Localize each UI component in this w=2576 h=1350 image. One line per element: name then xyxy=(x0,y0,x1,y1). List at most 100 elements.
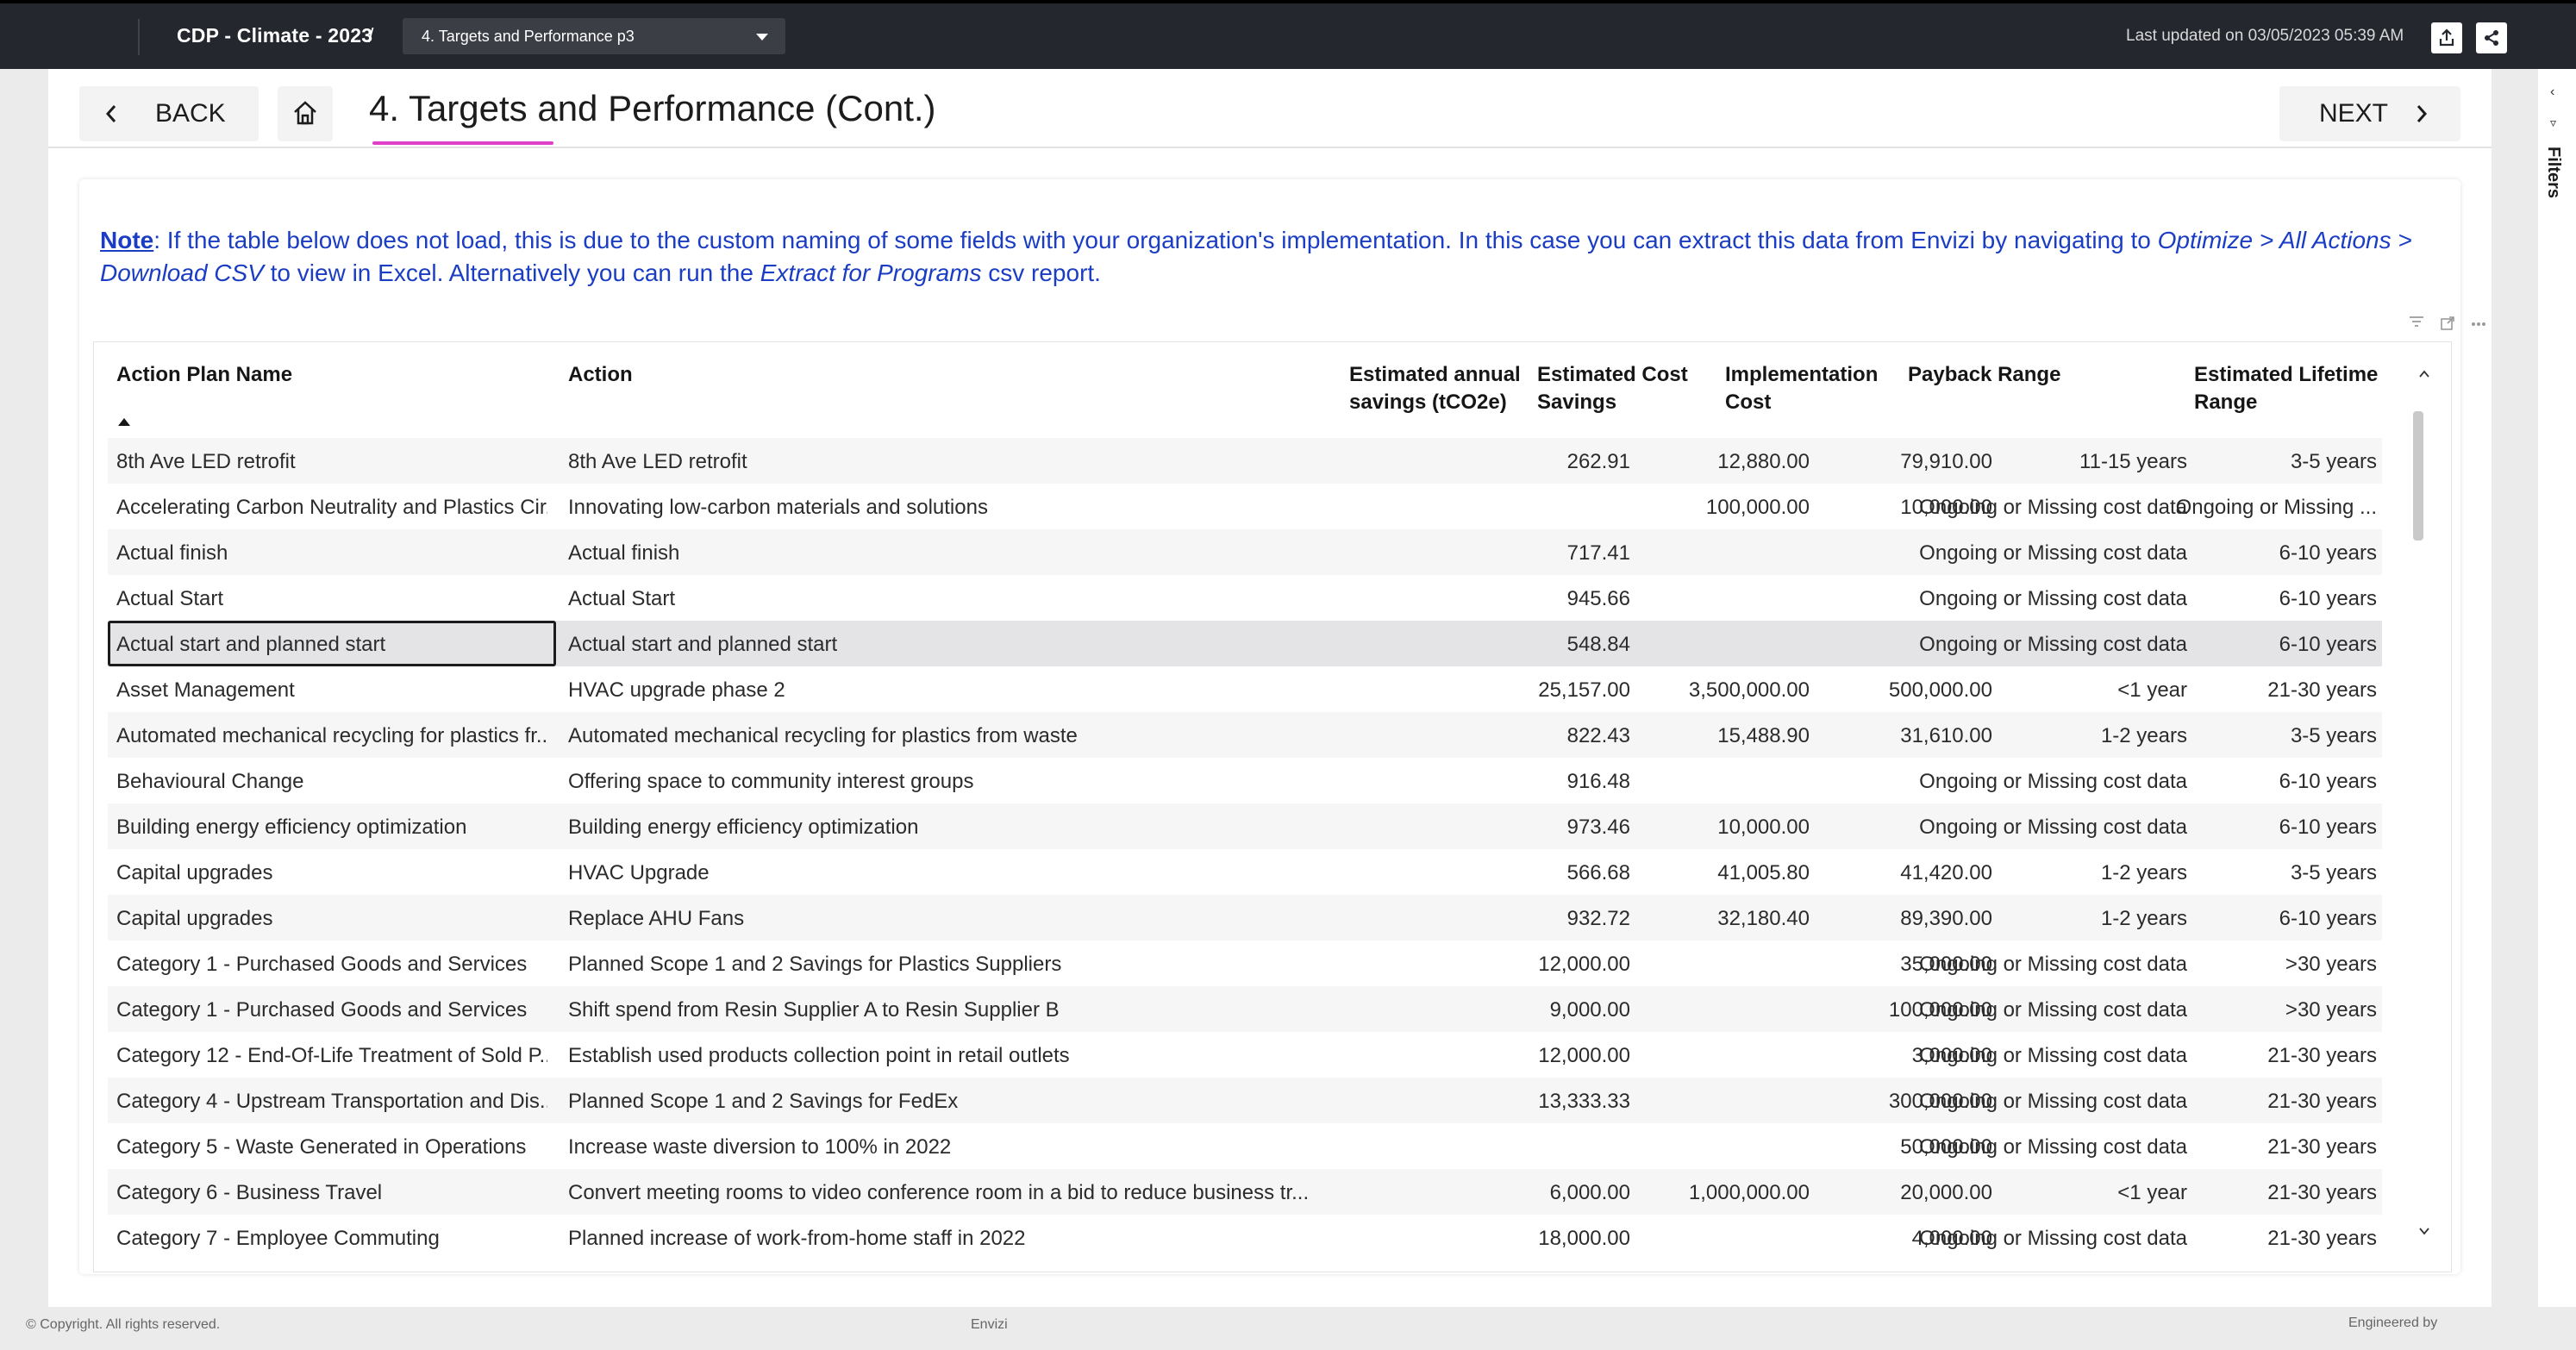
table-cell: 6-10 years xyxy=(2279,633,2377,656)
actions-table: Action Plan Name Action Estimated annual… xyxy=(93,341,2452,1272)
table-cell: Ongoing or Missing ... xyxy=(2175,496,2377,519)
col-implementation-cost[interactable]: Implementation Cost xyxy=(1725,361,1889,416)
share-button[interactable] xyxy=(2476,22,2507,53)
table-cell: 6-10 years xyxy=(2279,907,2377,930)
table-cell: 1-2 years xyxy=(2100,907,2187,930)
collapse-chevron-icon[interactable]: ‹ xyxy=(2550,84,2554,100)
table-cell: >30 years xyxy=(2285,998,2377,1022)
col-action[interactable]: Action xyxy=(568,361,633,389)
table-row[interactable]: Actual Start Actual Start 945.66 Ongoing or… xyxy=(108,575,2382,621)
table-cell: 21-30 years xyxy=(2267,1090,2377,1113)
table-row[interactable]: Category 1 - Purchased Goods and Service… xyxy=(108,941,2382,986)
table-row[interactable]: Behavioural Change Offering space to comm… xyxy=(108,758,2382,803)
col-est-lifetime-range[interactable]: Estimated Lifetime Range xyxy=(2194,361,2384,416)
scroll-down-icon[interactable] xyxy=(2418,1225,2430,1237)
table-cell: 548.84 xyxy=(1566,633,1630,656)
table-cell: Ongoing or Missing cost data xyxy=(1919,633,2187,656)
export-button[interactable] xyxy=(2431,22,2462,53)
table-cell: 9,000.00 xyxy=(1549,998,1630,1022)
table-row[interactable]: Capital upgrades HVAC Upgrade 566.68 41,005… xyxy=(108,849,2382,895)
table-row[interactable]: Actual start and planned start Actual sta… xyxy=(108,621,2382,666)
table-cell: Ongoing or Missing cost data xyxy=(1919,496,2187,519)
page-select-value: 4. Targets and Performance p3 xyxy=(422,28,635,45)
table-row[interactable]: Automated mechanical recycling for plast… xyxy=(108,712,2382,758)
table-card: Note: If the table below does not load, … xyxy=(79,179,2485,1274)
copyright: © Copyright. All rights reserved. xyxy=(26,1317,221,1332)
scroll-up-icon[interactable] xyxy=(2418,368,2430,380)
table-cell: Actual finish xyxy=(116,541,228,565)
table-cell: 8th Ave LED retrofit xyxy=(568,450,747,473)
chevron-left-icon xyxy=(105,105,116,122)
col-payback-range[interactable]: Payback Range xyxy=(1908,361,2060,389)
table-cell: 12,880.00 xyxy=(1717,450,1810,473)
table-row[interactable]: Actual finish Actual finish 717.41 Ongoing … xyxy=(108,529,2382,575)
table-cell: Ongoing or Missing cost data xyxy=(1919,1227,2187,1250)
page-nav: BACK 4. Targets and Performance (Cont.) … xyxy=(48,69,2492,148)
table-row[interactable]: Capital upgrades Replace AHU Fans 932.72 32… xyxy=(108,895,2382,941)
table-cell: Replace AHU Fans xyxy=(568,907,745,930)
col-est-cost-savings[interactable]: Estimated Cost Savings xyxy=(1537,361,1701,416)
note-text: Note: If the table below does not load, … xyxy=(100,224,2462,290)
table-header: Action Plan Name Action Estimated annual… xyxy=(94,342,2451,437)
table-row[interactable]: Category 4 - Upstream Transportation and… xyxy=(108,1078,2382,1123)
table-row[interactable]: Category 12 - End-Of-Life Treatment of S… xyxy=(108,1032,2382,1078)
filter-funnel-icon: ▿ xyxy=(2550,116,2557,129)
table-cell: Accelerating Carbon Neutrality and Plast… xyxy=(116,496,547,519)
table-cell: Category 1 - Purchased Goods and Service… xyxy=(116,953,528,976)
table-cell: 12,000.00 xyxy=(1538,953,1630,976)
table-cell: <1 year xyxy=(2117,678,2187,702)
table-row[interactable]: Category 7 - Employee Commuting Planned i… xyxy=(108,1215,2382,1260)
table-cell: 21-30 years xyxy=(2267,678,2377,702)
filters-label[interactable]: Filters xyxy=(2543,147,2563,198)
filter-icon[interactable] xyxy=(2409,316,2424,333)
filters-rail[interactable]: ‹ ▿ Filters xyxy=(2538,69,2576,1307)
table-cell: 932.72 xyxy=(1566,907,1630,930)
caret-down-icon xyxy=(756,34,768,41)
table-cell: 15,488.90 xyxy=(1717,724,1810,747)
col-action-plan-name[interactable]: Action Plan Name xyxy=(116,361,292,389)
sort-ascending-icon[interactable] xyxy=(118,418,130,426)
table-cell: Category 4 - Upstream Transportation and… xyxy=(116,1090,547,1113)
table-cell: Ongoing or Missing cost data xyxy=(1919,541,2187,565)
next-button[interactable]: NEXT xyxy=(2279,86,2460,141)
table-cell: 3,500,000.00 xyxy=(1688,678,1810,702)
topbar-divider xyxy=(138,19,140,55)
table-cell: 1-2 years xyxy=(2100,724,2187,747)
back-button[interactable]: BACK xyxy=(79,86,259,141)
table-cell: 3-5 years xyxy=(2290,861,2377,884)
table-cell: 12,000.00 xyxy=(1538,1044,1630,1067)
table-row[interactable]: Building energy efficiency optimization B… xyxy=(108,803,2382,849)
table-cell: 3-5 years xyxy=(2290,450,2377,473)
page-select[interactable]: 4. Targets and Performance p3 xyxy=(403,18,785,54)
table-row[interactable]: Category 5 - Waste Generated in Operatio… xyxy=(108,1123,2382,1169)
table-cell: 973.46 xyxy=(1566,816,1630,839)
table-row[interactable]: Category 1 - Purchased Goods and Service… xyxy=(108,986,2382,1032)
table-cell: Innovating low-carbon materials and solu… xyxy=(568,496,988,519)
note-report: Extract for Programs xyxy=(760,259,982,286)
table-row[interactable]: Accelerating Carbon Neutrality and Plast… xyxy=(108,484,2382,529)
table-cell: Convert meeting rooms to video conferenc… xyxy=(568,1181,1310,1204)
table-row[interactable]: 8th Ave LED retrofit 8th Ave LED retrofit… xyxy=(108,438,2382,484)
table-cell: Automated mechanical recycling for plast… xyxy=(568,724,1078,747)
table-row[interactable]: Category 6 - Business Travel Convert meet… xyxy=(108,1169,2382,1215)
more-options-icon[interactable] xyxy=(2471,316,2486,333)
table-cell: 11-15 years xyxy=(2079,450,2187,473)
table-cell: Category 6 - Business Travel xyxy=(116,1181,383,1204)
scrollbar-thumb[interactable] xyxy=(2413,411,2423,541)
app-title[interactable]: CDP - Climate - 2023 xyxy=(177,24,372,47)
col-est-annual-savings[interactable]: Estimated annual savings (tCO2e) xyxy=(1349,361,1522,416)
note-part: to view in Excel. Alternatively you can … xyxy=(263,259,760,286)
table-cell: Planned increase of work-from-home staff… xyxy=(568,1227,1026,1250)
table-cell: 6-10 years xyxy=(2279,541,2377,565)
expand-icon[interactable] xyxy=(2440,316,2455,333)
table-cell: Asset Management xyxy=(116,678,295,702)
home-button[interactable] xyxy=(278,86,333,141)
table-cell: Shift spend from Resin Supplier A to Res… xyxy=(568,998,1060,1022)
table-cell: Category 7 - Employee Commuting xyxy=(116,1227,440,1250)
table-cell: 6-10 years xyxy=(2279,770,2377,793)
table-cell: Ongoing or Missing cost data xyxy=(1919,770,2187,793)
table-row[interactable]: Asset Management HVAC upgrade phase 2 25,1… xyxy=(108,666,2382,712)
export-icon xyxy=(2439,28,2454,47)
table-cell: Actual start and planned start xyxy=(568,633,838,656)
footer-brand: Envizi xyxy=(971,1317,1008,1332)
